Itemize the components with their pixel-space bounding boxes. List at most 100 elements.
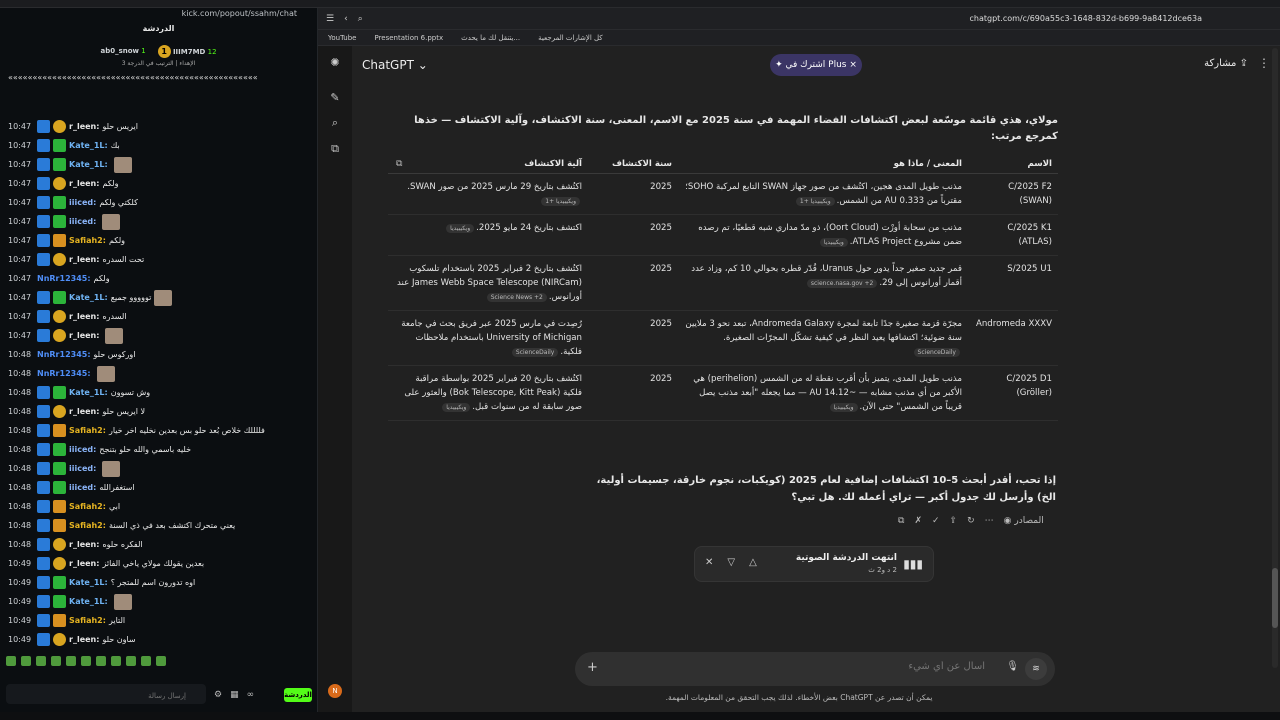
bookmark-x[interactable]: يتنقل لك ما يحدث...	[461, 34, 520, 42]
message-username[interactable]: Safiah2:	[69, 426, 106, 435]
share-message-icon[interactable]: ⇪	[950, 516, 958, 526]
library-icon[interactable]: ⧉	[331, 142, 339, 156]
search-icon[interactable]: ⌕	[358, 14, 363, 24]
message-username[interactable]: NnRr12345:	[37, 274, 91, 283]
copy-icon[interactable]: ⧉	[898, 516, 904, 526]
message-username[interactable]: NnRr12345:	[37, 350, 91, 359]
message-text: ابي	[108, 502, 121, 511]
message-text: وش تسوون	[110, 388, 151, 397]
chat-message: 10:47 Kate_1L: بك	[0, 136, 318, 155]
message-time: 10:47	[8, 293, 32, 302]
model-selector[interactable]: ChatGPT ⌄	[362, 58, 428, 72]
message-username[interactable]: Kate_1L:	[69, 160, 108, 169]
message-time: 10:47	[8, 274, 32, 283]
table-cell-method: اكتشف بتاريخ 24 مايو 2025.ويكيبيديا	[388, 214, 588, 256]
crown-badge-icon	[53, 500, 66, 513]
source-chip[interactable]: science.nasa.gov +2	[806, 279, 878, 288]
mod-badge-icon	[37, 196, 50, 209]
voice-mode-button[interactable]: ≋	[1025, 658, 1047, 680]
message-username[interactable]: iiiced:	[69, 464, 96, 473]
table-cell-meaning: قمر جديد صغير جداً يدور حول Uranus، قُدّ…	[678, 255, 968, 311]
thumbs-up-icon[interactable]: ✓	[932, 516, 940, 526]
message-username[interactable]: NnRr12345:	[37, 369, 91, 378]
copy-table-icon[interactable]: ⧉	[396, 159, 402, 169]
address-bar[interactable]: chatgpt.com/c/690a55c3-1648-832d-b699-9a…	[970, 14, 1203, 23]
message-username[interactable]: iiiced:	[69, 445, 96, 454]
message-username[interactable]: Safiah2:	[69, 616, 106, 625]
message-text: الفكره حلوه	[102, 540, 143, 549]
voice-chat-ended-card: ▮▮▮ انتهت الدردشة الصوتية 2 د و2 ث ✕ ▽ △	[694, 546, 934, 582]
message-time: 10:48	[8, 388, 32, 397]
search-chats-icon[interactable]: ⌕	[332, 116, 338, 130]
message-username[interactable]: iiiced:	[69, 217, 96, 226]
close-voice-icon[interactable]: ✕	[705, 557, 713, 568]
microphone-icon[interactable]: 🎙	[1006, 661, 1019, 672]
share-button[interactable]: مشاركة ⇪	[1204, 58, 1248, 69]
source-chip[interactable]: Science News +2	[486, 293, 547, 302]
source-chip[interactable]: ويكيبيديا	[442, 403, 471, 412]
plus-upgrade-pill[interactable]: ✦ اشترك في Plus ×	[770, 54, 862, 76]
new-chat-icon[interactable]: ✎	[330, 91, 339, 104]
message-username[interactable]: Safiah2:	[69, 521, 106, 530]
source-chip[interactable]: ويكيبيديا +1	[541, 197, 580, 206]
bookmark-youtube[interactable]: YouTube	[328, 34, 356, 42]
message-username[interactable]: iiiced:	[69, 198, 96, 207]
bookmark-presentation[interactable]: Presentation 6.pptx	[374, 34, 443, 42]
message-username[interactable]: r_leen:	[69, 540, 99, 549]
message-username[interactable]: r_leen:	[69, 179, 99, 188]
more-options-icon[interactable]: ⋮	[1258, 56, 1270, 70]
message-username[interactable]: Kate_1L:	[69, 597, 108, 606]
message-username[interactable]: Kate_1L:	[69, 141, 108, 150]
scrollbar-thumb[interactable]	[1272, 568, 1278, 628]
emote-quickbar[interactable]	[6, 656, 166, 666]
mod-badge-icon	[37, 633, 50, 646]
discoveries-table: الاسم المعنى / ماذا هو سنة الاكتشاف آلية…	[388, 155, 1058, 421]
coin-icon: 1	[157, 44, 171, 58]
message-username[interactable]: iiiced:	[69, 483, 96, 492]
infinity-icon[interactable]: ∞	[247, 690, 255, 700]
message-username[interactable]: r_leen:	[69, 559, 99, 568]
prompt-input[interactable]	[605, 661, 985, 672]
source-chip[interactable]: ويكيبيديا	[446, 224, 475, 233]
message-username[interactable]: r_leen:	[69, 255, 99, 264]
back-icon[interactable]: ‹	[344, 14, 348, 24]
sub-badge-icon	[53, 576, 66, 589]
all-bookmarks[interactable]: كل الإشارات المرجعية	[538, 34, 603, 42]
table-cell-name: S/2025 U1	[968, 255, 1058, 311]
message-username[interactable]: r_leen:	[69, 635, 99, 644]
openai-logo-icon[interactable]: ✺	[330, 56, 339, 69]
gift-icon[interactable]: ▦	[230, 690, 239, 700]
message-username[interactable]: Kate_1L:	[69, 293, 108, 302]
chat-message: 10:47 r_leen: السدره	[0, 307, 318, 326]
plus-icon[interactable]: +	[587, 660, 598, 675]
leader-item-2[interactable]: ab0_snow 1	[100, 47, 145, 55]
message-username[interactable]: r_leen:	[69, 122, 99, 131]
regenerate-icon[interactable]: ↻	[967, 516, 975, 526]
chat-message: 10:48 iiiced: خليه باسمي والله حلو بتنجح	[0, 440, 318, 459]
close-icon[interactable]: ×	[849, 60, 857, 70]
table-cell-year: 2025	[588, 310, 678, 366]
message-username[interactable]: r_leen:	[69, 312, 99, 321]
message-username[interactable]: Safiah2:	[69, 236, 106, 245]
source-chip[interactable]: ويكيبيديا	[819, 238, 848, 247]
settings-icon[interactable]: ⚙	[214, 690, 222, 700]
message-username[interactable]: Kate_1L:	[69, 578, 108, 587]
message-username[interactable]: r_leen:	[69, 407, 99, 416]
source-chip[interactable]: ويكيبيديا	[829, 403, 858, 412]
sources-button[interactable]: ◉ المصادر	[1004, 516, 1044, 526]
thumbs-down-icon[interactable]: ✗	[914, 516, 922, 526]
message-text: ايريس حلو	[102, 122, 138, 131]
message-username[interactable]: r_leen:	[69, 331, 99, 340]
message-username[interactable]: Safiah2:	[69, 502, 106, 511]
more-icon[interactable]: ⋯	[985, 516, 994, 526]
leader-item-1[interactable]: 1 IIIM7MD 12	[157, 44, 217, 58]
source-chip[interactable]: ScienceDaily	[913, 348, 960, 357]
menu-icon[interactable]: ☰	[326, 14, 334, 24]
source-chip[interactable]: ScienceDaily	[511, 348, 559, 357]
voice-thumbs-down-icon[interactable]: ▽	[727, 557, 735, 568]
voice-thumbs-up-icon[interactable]: △	[749, 557, 757, 568]
message-username[interactable]: Kate_1L:	[69, 388, 108, 397]
chat-send-button[interactable]: الدردشة	[284, 688, 312, 702]
source-chip[interactable]: ويكيبيديا +1	[795, 197, 835, 206]
chat-message-input[interactable]	[6, 684, 206, 704]
